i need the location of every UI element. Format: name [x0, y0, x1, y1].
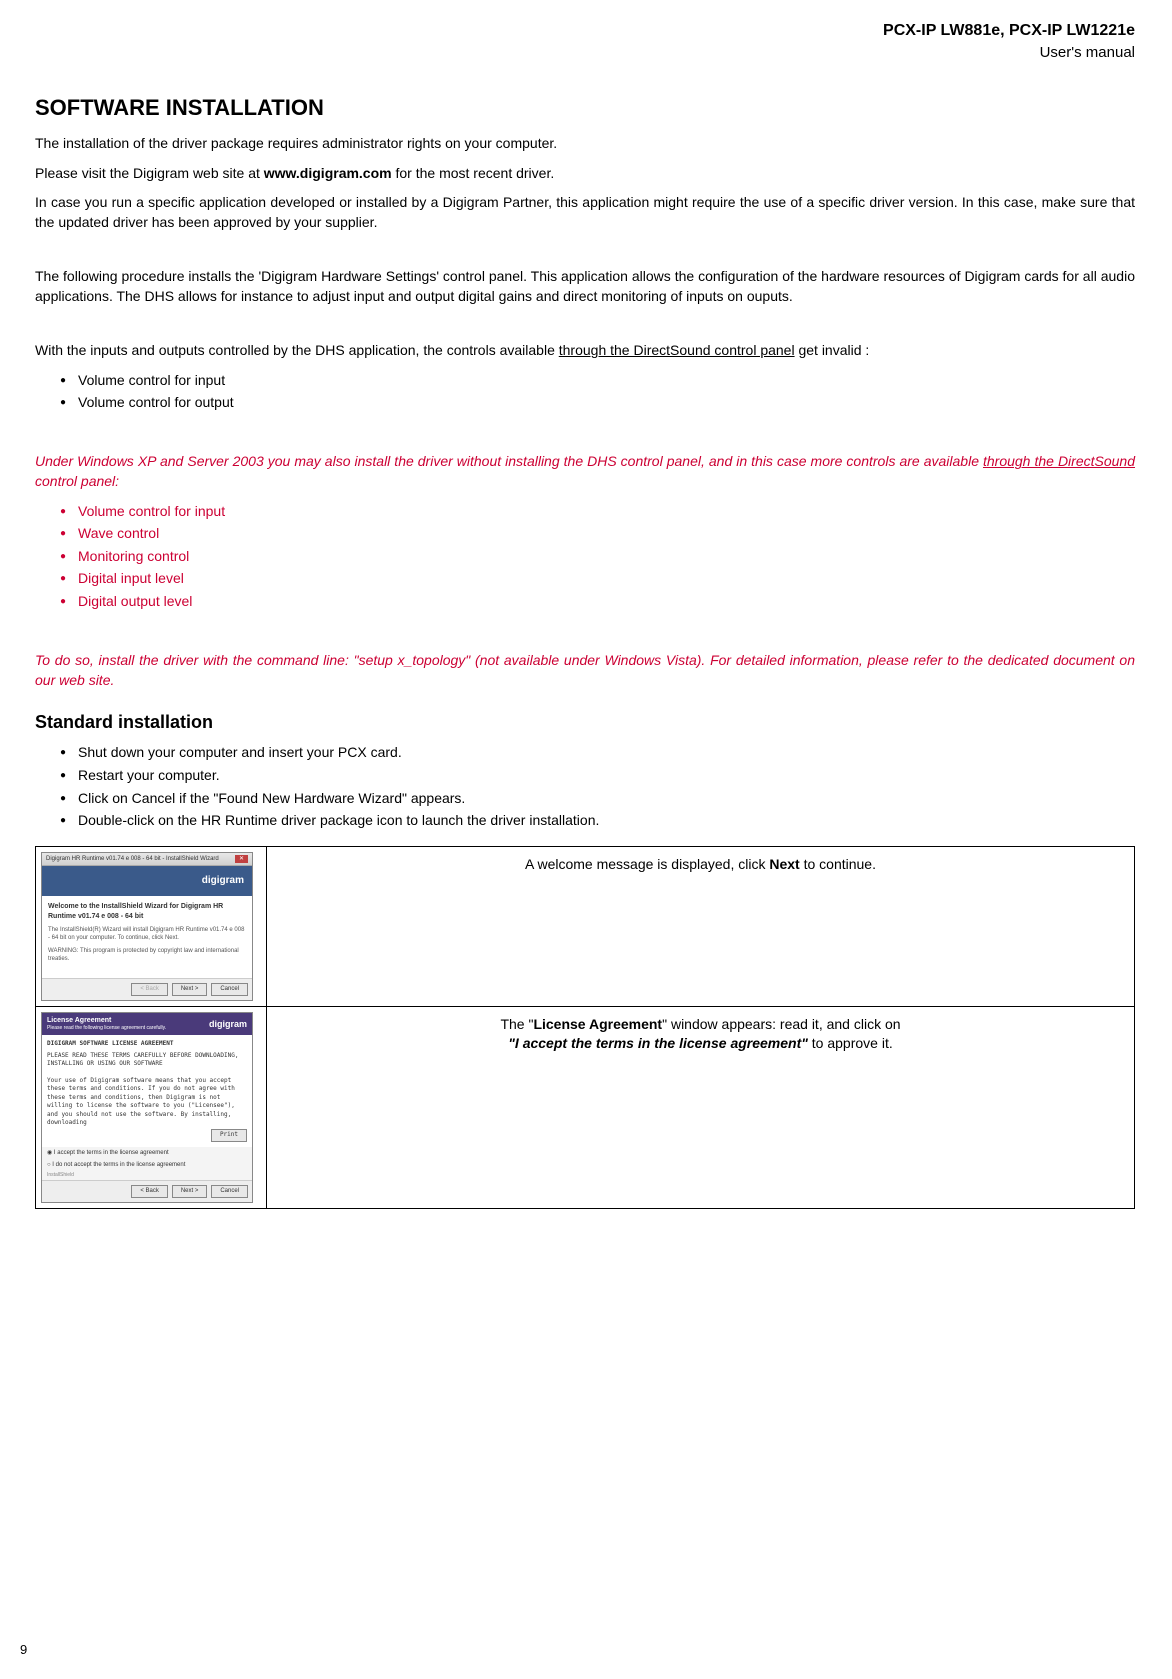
license-text: DIGIGRAM SOFTWARE LICENSE AGREEMENT PLEA… [42, 1035, 252, 1146]
list-item: Digital input level [60, 569, 1135, 589]
list-item: Digital output level [60, 592, 1135, 612]
heading-standard-installation: Standard installation [35, 710, 1135, 735]
wizard-footer: < Back Next > Cancel [42, 978, 252, 999]
page-number: 9 [20, 1641, 27, 1659]
cancel-button: Cancel [211, 1185, 248, 1197]
description-cell: The "License Agreement" window appears: … [267, 1006, 1135, 1208]
next-button: Next > [172, 983, 208, 995]
bullet-list: Volume control for input Volume control … [35, 371, 1135, 413]
screenshot-cell: Digigram HR Runtime v01.74 e 008 - 64 bi… [36, 846, 267, 1006]
bullet-list: Volume control for input Wave control Mo… [35, 502, 1135, 612]
installation-table: Digigram HR Runtime v01.74 e 008 - 64 bi… [35, 846, 1135, 1209]
description-cell: A welcome message is displayed, click Ne… [267, 846, 1135, 1006]
bullet-list: Shut down your computer and insert your … [35, 743, 1135, 830]
screenshot-cell: License Agreement Please read the follow… [36, 1006, 267, 1208]
heading-software-installation: SOFTWARE INSTALLATION [35, 93, 1135, 124]
list-item: Volume control for input [60, 502, 1135, 522]
print-button: Print [211, 1129, 247, 1141]
next-button: Next > [172, 1185, 208, 1197]
paragraph: In case you run a specific application d… [35, 193, 1135, 232]
paragraph-note: To do so, install the driver with the co… [35, 651, 1135, 690]
installer-window: Digigram HR Runtime v01.74 e 008 - 64 bi… [41, 852, 253, 1001]
paragraph: With the inputs and outputs controlled b… [35, 341, 1135, 361]
header-subtitle: User's manual [35, 42, 1135, 63]
radio-accept: ◉ I accept the terms in the license agre… [42, 1147, 252, 1159]
paragraph-note: Under Windows XP and Server 2003 you may… [35, 452, 1135, 491]
header-title: PCX-IP LW881e, PCX-IP LW1221e [35, 20, 1135, 42]
list-item: Monitoring control [60, 547, 1135, 567]
list-item: Double-click on the HR Runtime driver pa… [60, 811, 1135, 831]
list-item: Shut down your computer and insert your … [60, 743, 1135, 763]
list-item: Wave control [60, 524, 1135, 544]
back-button: < Back [131, 1185, 168, 1197]
list-item: Volume control for output [60, 393, 1135, 413]
installer-window: License Agreement Please read the follow… [41, 1012, 253, 1203]
wizard-footer: < Back Next > Cancel [42, 1180, 252, 1201]
window-titlebar: Digigram HR Runtime v01.74 e 008 - 64 bi… [42, 853, 252, 866]
radio-decline: ○ I do not accept the terms in the licen… [42, 1159, 252, 1171]
close-icon: ✕ [235, 855, 248, 863]
paragraph: The installation of the driver package r… [35, 134, 1135, 154]
digigram-logo: digigram [209, 1018, 247, 1031]
back-button: < Back [131, 983, 168, 995]
list-item: Volume control for input [60, 371, 1135, 391]
list-item: Click on Cancel if the "Found New Hardwa… [60, 789, 1135, 809]
license-header: License Agreement Please read the follow… [42, 1013, 252, 1036]
list-item: Restart your computer. [60, 766, 1135, 786]
paragraph: Please visit the Digigram web site at ww… [35, 164, 1135, 184]
cancel-button: Cancel [211, 983, 248, 995]
page-header: PCX-IP LW881e, PCX-IP LW1221e User's man… [35, 20, 1135, 63]
table-row: Digigram HR Runtime v01.74 e 008 - 64 bi… [36, 846, 1135, 1006]
table-row: License Agreement Please read the follow… [36, 1006, 1135, 1208]
wizard-banner: digigram [42, 866, 252, 896]
wizard-body: Welcome to the InstallShield Wizard for … [42, 896, 252, 978]
link-text: www.digigram.com [264, 165, 392, 181]
paragraph: The following procedure installs the 'Di… [35, 267, 1135, 306]
